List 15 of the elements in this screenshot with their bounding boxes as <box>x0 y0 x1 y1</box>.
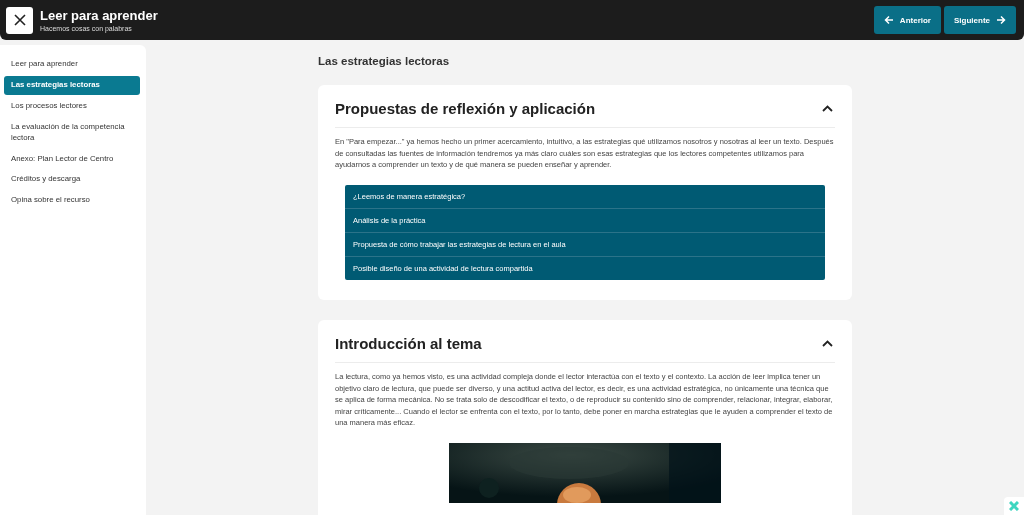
section-title: Introducción al tema <box>335 334 482 352</box>
chevron-icon <box>822 339 833 347</box>
section-title: Propuestas de reflexión y aplicación <box>335 100 596 117</box>
next-button[interactable]: Siguiente <box>944 6 1016 34</box>
chevron-icon <box>822 105 833 112</box>
page-title: Las estrategias lectoras <box>318 55 451 67</box>
close-button[interactable] <box>6 6 33 34</box>
arrow-right-icon <box>996 15 1006 25</box>
close-icon <box>13 14 26 26</box>
collapse-button[interactable] <box>820 103 835 114</box>
collapse-button[interactable] <box>820 337 835 349</box>
cross-icon <box>1009 501 1019 511</box>
arrow-left-icon <box>883 15 894 25</box>
previous-button[interactable]: Anterior <box>873 6 941 34</box>
app-title: Leer para aprender <box>40 8 159 23</box>
